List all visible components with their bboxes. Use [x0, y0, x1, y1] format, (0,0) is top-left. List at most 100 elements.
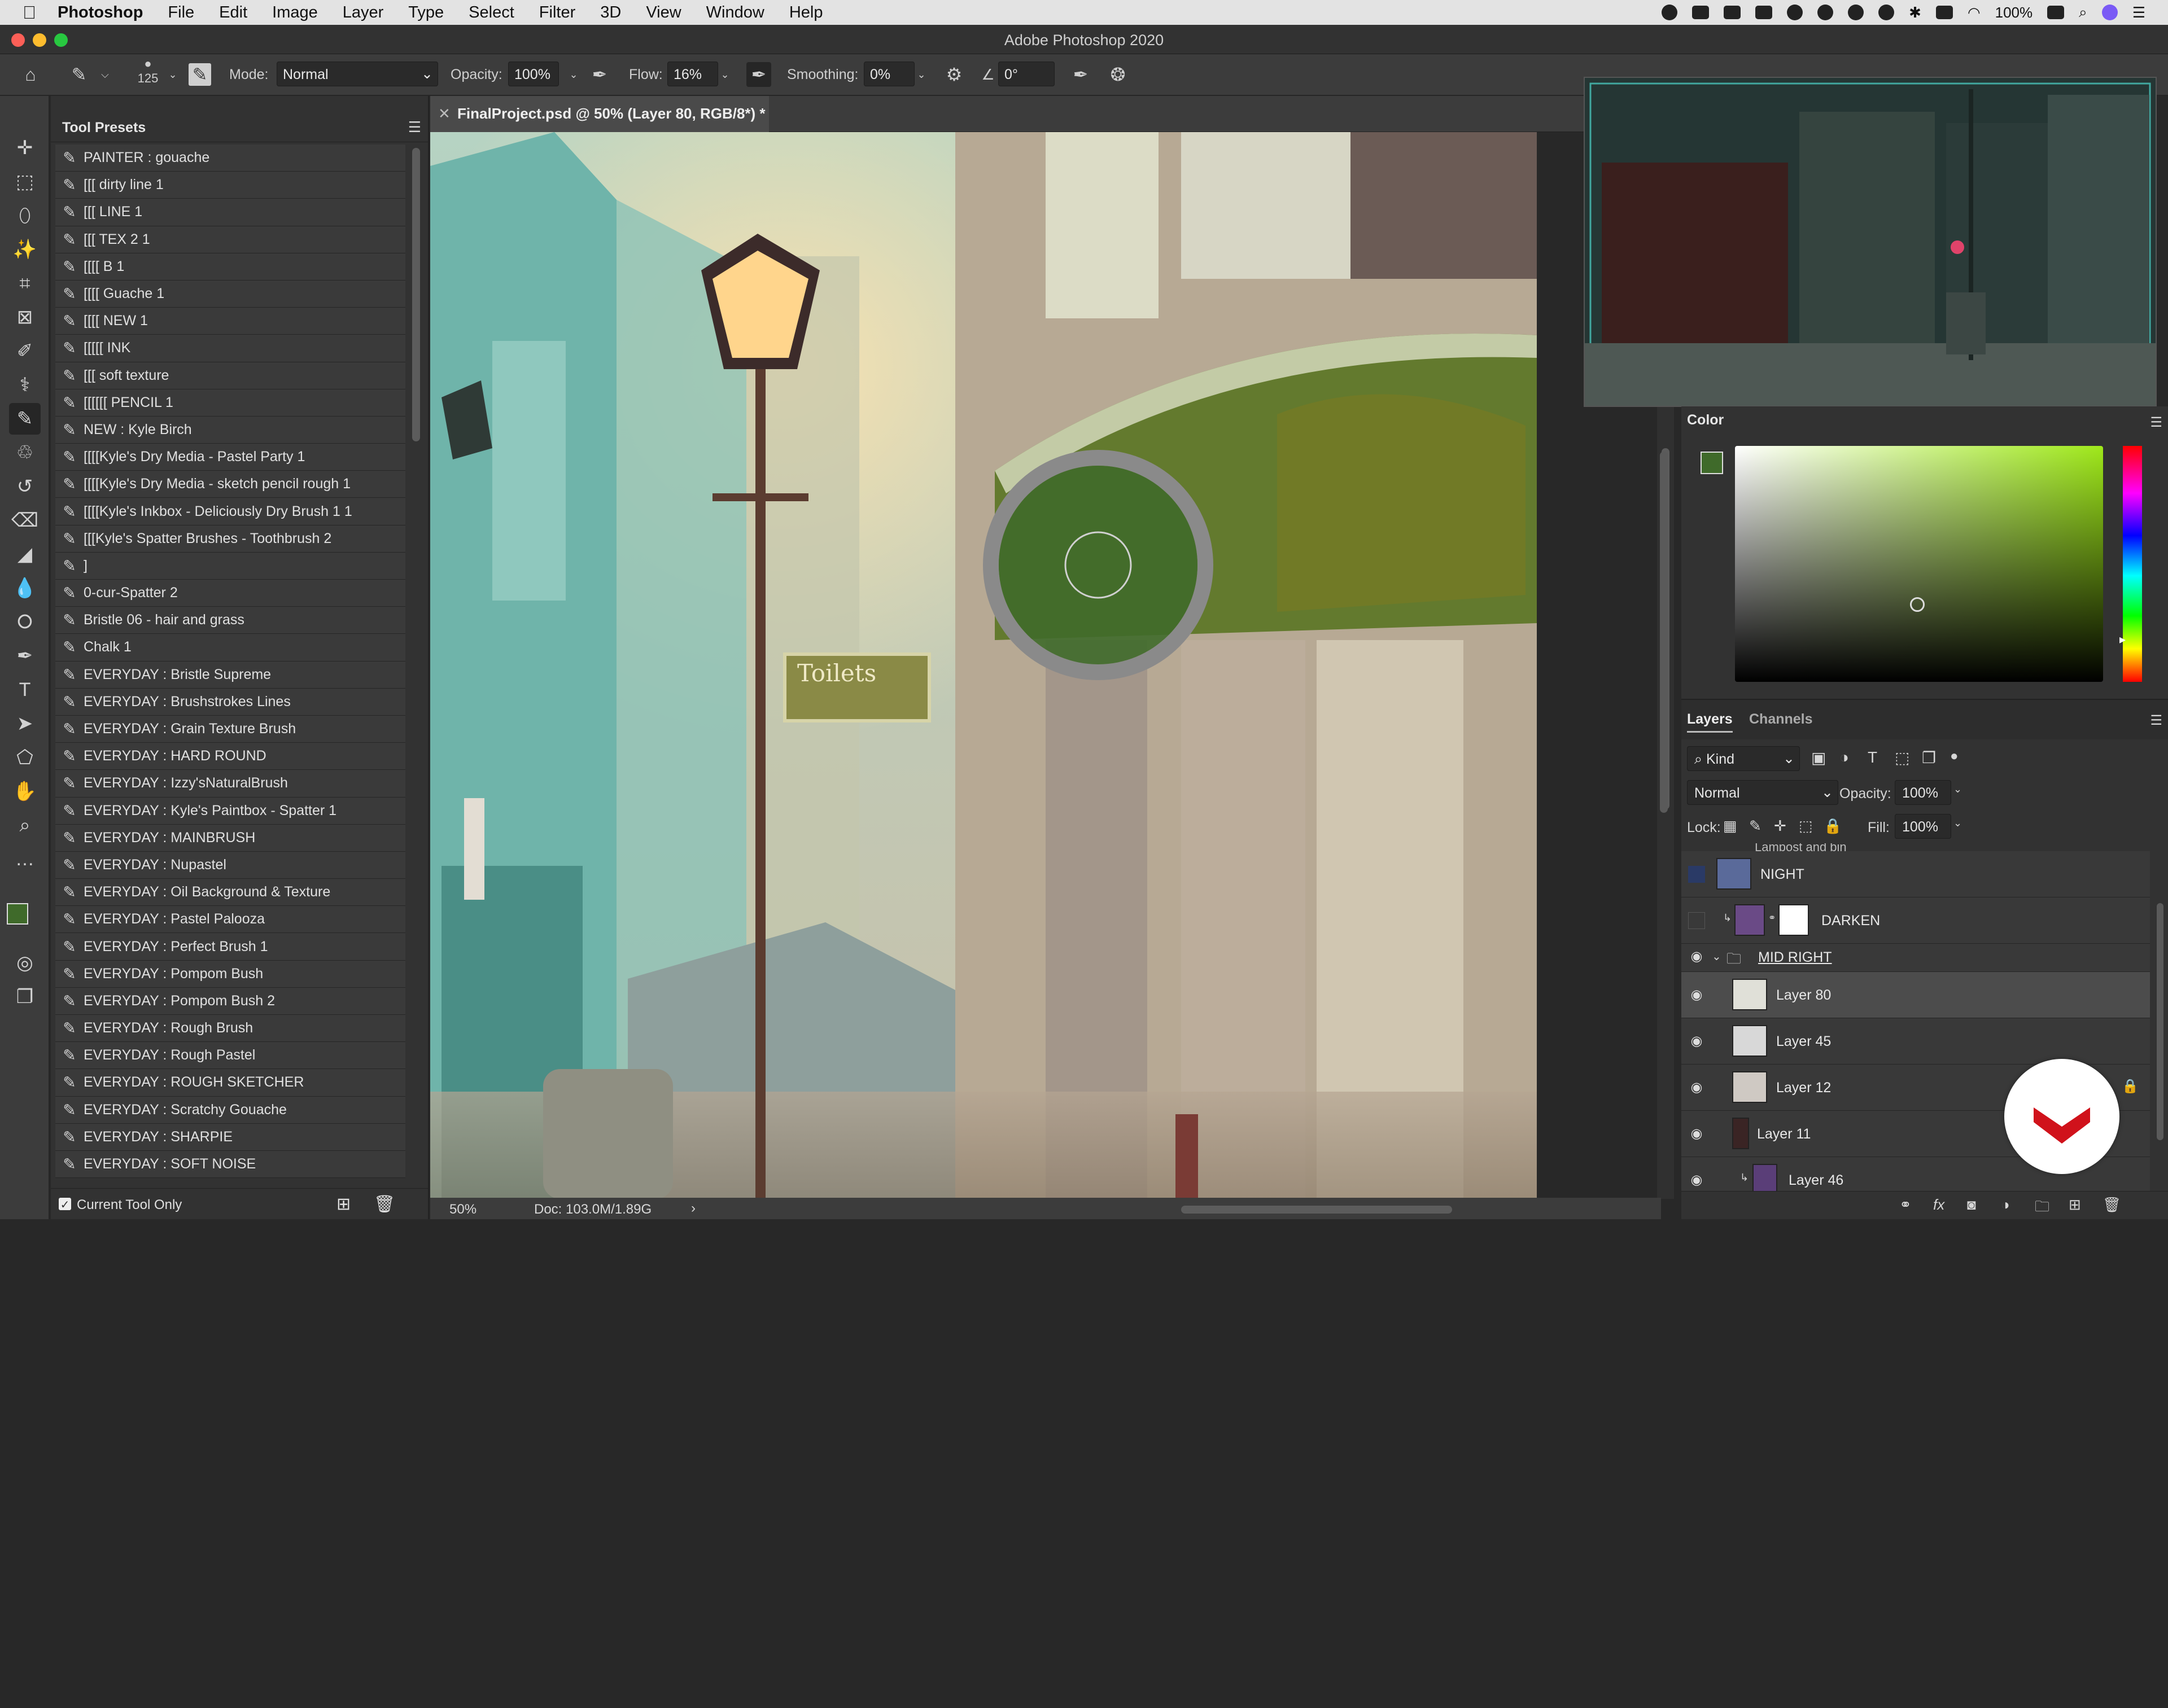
spotify-icon[interactable] — [1817, 5, 1834, 20]
airplay-icon[interactable] — [1935, 6, 1953, 19]
preset-item[interactable]: ✎ EVERYDAY : Scratchy Gouache — [55, 1096, 405, 1124]
lock-image-icon[interactable]: ✎ — [1749, 817, 1762, 835]
preset-item[interactable]: ✎ EVERYDAY : Kyle's Paintbox - Spatter 1 — [55, 797, 405, 825]
preset-item[interactable]: ✎ EVERYDAY : Pompom Bush — [55, 960, 405, 988]
menu-view[interactable]: View — [646, 3, 681, 22]
brush-settings-icon[interactable]: ✎ — [189, 63, 211, 86]
brush-tool-icon[interactable]: ✎ — [9, 403, 41, 435]
menu-image[interactable]: Image — [272, 3, 318, 22]
mode-select[interactable]: Normal ⌄ — [277, 62, 438, 86]
preset-item[interactable]: ✎ [[[ dirty line 1 — [55, 172, 405, 199]
link-icon[interactable]: ⚭ — [1768, 912, 1776, 923]
preset-item[interactable]: ✎ EVERYDAY : Grain Texture Brush — [55, 715, 405, 743]
zoom-tool-icon[interactable]: ⌕ — [9, 809, 41, 841]
layer-row-layer-45[interactable]: ◉ Layer 45 — [1681, 1018, 2150, 1065]
color-picker-marker[interactable] — [1910, 597, 1925, 612]
preset-item[interactable]: ✎ [[[ LINE 1 — [55, 199, 405, 226]
preset-item[interactable]: ✎ [[[[[[ PENCIL 1 — [55, 389, 405, 417]
document-tab[interactable]: ✕ FinalProject.psd @ 50% (Layer 80, RGB/… — [430, 96, 769, 132]
preset-scrollbar[interactable] — [412, 148, 420, 441]
preset-item[interactable]: ✎] — [55, 552, 405, 580]
path-selection-icon[interactable]: ➤ — [9, 708, 41, 739]
angle-input[interactable]: 0° — [998, 62, 1055, 86]
blend-mode-select[interactable]: Normal ⌄ — [1687, 780, 1838, 805]
menu-window[interactable]: Window — [706, 3, 764, 22]
preset-item[interactable]: ✎ EVERYDAY : MAINBRUSH — [55, 824, 405, 852]
trash-icon[interactable]: 🗑 — [2103, 1196, 2121, 1214]
magic-wand-icon[interactable]: ✨ — [9, 234, 41, 265]
eye-icon[interactable]: ◉ — [1688, 1172, 1705, 1189]
reference-preview[interactable] — [1584, 77, 2157, 407]
smoothing-input[interactable]: 0% — [864, 62, 915, 86]
current-tool-only-checkbox[interactable]: ✓ — [59, 1198, 71, 1211]
layer-row-night[interactable]: NIGHT — [1681, 851, 2150, 897]
fx-icon[interactable]: fx — [1933, 1196, 1944, 1214]
lock-position-icon[interactable]: ✛ — [1774, 817, 1786, 835]
clone-stamp-icon[interactable]: ♲ — [9, 437, 41, 468]
eye-icon[interactable]: ◉ — [1688, 1125, 1705, 1142]
frame-tool-icon[interactable]: ⊠ — [9, 301, 41, 333]
saturation-value-field[interactable] — [1735, 446, 2103, 682]
filter-shape-icon[interactable]: ⬚ — [1895, 748, 1909, 767]
preset-item[interactable]: ✎ [[[ soft texture — [55, 362, 405, 389]
chevron-down-icon[interactable]: ⌄ — [561, 62, 586, 87]
filter-adjustment-icon[interactable]: ◑ — [1839, 748, 1849, 767]
pressure-opacity-icon[interactable]: ✒ — [587, 62, 612, 87]
layer-mask-thumbnail[interactable] — [1778, 904, 1809, 936]
layers-scrollbar[interactable] — [2157, 903, 2163, 1140]
dodge-tool-icon[interactable]: ⭘ — [9, 606, 41, 638]
panel-menu-icon[interactable]: ☰ — [2150, 712, 2162, 729]
type-tool-icon[interactable]: T — [9, 674, 41, 706]
eye-icon[interactable]: ◉ — [1688, 1033, 1705, 1050]
preset-item[interactable]: ✎ PAINTER : gouache — [55, 144, 405, 172]
preset-item[interactable]: ✎ [[[[ NEW 1 — [55, 308, 405, 335]
creative-cloud-icon[interactable] — [1787, 5, 1803, 20]
apple-icon[interactable]:  — [23, 2, 36, 23]
hue-slider-handle[interactable]: ▸ — [2119, 632, 2126, 647]
bluetooth-icon[interactable]: ✱ — [1909, 4, 1921, 21]
preset-item[interactable]: ✎ EVERYDAY : SOFT NOISE — [55, 1150, 405, 1179]
trash-icon[interactable]: 🗑 — [374, 1194, 395, 1214]
spotlight-icon[interactable]: ⌕ — [2079, 3, 2087, 21]
chevron-down-icon[interactable]: ⌄ — [1712, 949, 1721, 964]
crop-tool-icon[interactable]: ⌗ — [9, 268, 41, 299]
opacity-input[interactable]: 100% — [508, 62, 559, 86]
color-foreground-swatch[interactable] — [1701, 452, 1723, 474]
preset-item[interactable]: ✎ EVERYDAY : Pastel Palooza — [55, 906, 405, 934]
close-tab-icon[interactable]: ✕ — [438, 105, 451, 122]
menu-help[interactable]: Help — [789, 3, 823, 22]
panel-menu-icon[interactable]: ☰ — [2150, 414, 2162, 431]
add-mask-icon[interactable]: ◙ — [1967, 1196, 1976, 1214]
lasso-tool-icon[interactable]: ⬯ — [9, 200, 41, 231]
app-menu[interactable]: Photoshop — [58, 3, 143, 22]
menu-filter[interactable]: Filter — [539, 3, 575, 22]
visibility-toggle[interactable] — [1688, 866, 1705, 883]
history-brush-icon[interactable]: ↺ — [9, 471, 41, 502]
preset-item[interactable]: ✎ EVERYDAY : Rough Pastel — [55, 1042, 405, 1070]
battery-icon[interactable] — [2047, 6, 2065, 19]
foreground-color-swatch[interactable] — [7, 903, 28, 925]
new-preset-icon[interactable]: ⊞ — [336, 1194, 351, 1214]
preset-item[interactable]: ✎ [[[[Kyle's Dry Media - sketch pencil ro… — [55, 471, 405, 498]
brush-preset-picker[interactable]: ● 125 — [131, 56, 165, 93]
status-arrow-icon[interactable]: › — [691, 1201, 696, 1216]
menu-3d[interactable]: 3D — [600, 3, 621, 22]
layer-opacity-input[interactable]: 100% — [1895, 780, 1951, 805]
pressure-size-icon[interactable]: ✒ — [1068, 62, 1093, 87]
chevron-down-icon[interactable]: ⌄ — [909, 62, 934, 87]
hue-slider[interactable]: ▸ — [2119, 446, 2142, 682]
horizontal-scroll-thumb[interactable] — [1181, 1206, 1452, 1214]
layer-filter-select[interactable]: ⌕ Kind ⌄ — [1687, 746, 1800, 771]
airbrush-icon[interactable]: ✒ — [746, 62, 771, 87]
home-icon[interactable]: ⌂ — [18, 62, 43, 87]
filter-pixel-icon[interactable]: ▣ — [1811, 748, 1826, 767]
more-tools-icon[interactable]: … — [9, 843, 41, 875]
symmetry-icon[interactable]: ❂ — [1105, 62, 1130, 87]
flow-input[interactable]: 16% — [667, 62, 718, 86]
wd-icon[interactable] — [1692, 6, 1710, 19]
screen-mode-icon[interactable]: ❐ — [9, 981, 41, 1013]
healing-brush-icon[interactable]: ⚕ — [9, 369, 41, 401]
menu-layer[interactable]: Layer — [343, 3, 384, 22]
preset-item[interactable]: ✎ Bristle 06 - hair and grass — [55, 607, 405, 634]
gear-icon[interactable]: ⚙ — [942, 62, 967, 87]
